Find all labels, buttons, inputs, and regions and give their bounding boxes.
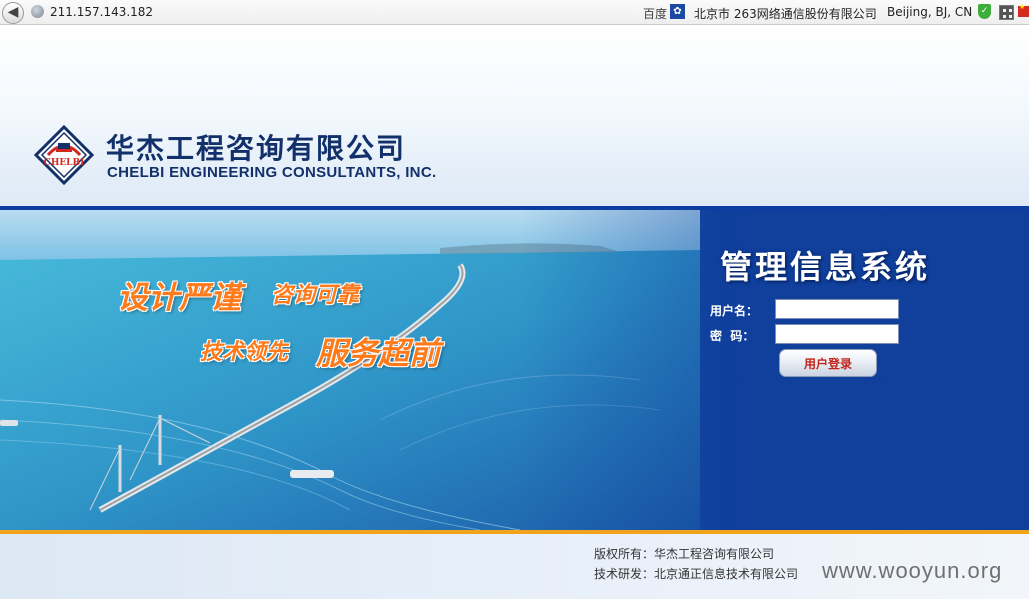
watermark-text: www.wooyun.org: [822, 558, 1003, 583]
slogan-consult: 咨询可靠: [271, 283, 360, 308]
geo-location: Beijing, BJ, CN: [887, 5, 973, 19]
globe-icon: [31, 5, 44, 18]
baidu-label: 百度: [643, 7, 668, 21]
developer-text: 技术研发：北京通正信息技术有限公司: [594, 567, 799, 581]
back-arrow-icon[interactable]: ◀: [2, 2, 24, 24]
company-name-en: CHELBI ENGINEERING CONSULTANTS, INC.: [107, 164, 437, 181]
password-label: 密 码：: [710, 329, 755, 343]
baidu-paw-icon[interactable]: ✿: [670, 4, 685, 19]
company-name-cn: 华杰工程咨询有限公司: [106, 132, 407, 165]
qr-code-icon[interactable]: [999, 5, 1014, 20]
logo-text: CHELBI: [44, 158, 85, 168]
company-logo-icon: CHELBI: [34, 125, 94, 185]
shield-icon[interactable]: ✓: [978, 4, 991, 19]
username-label: 用户名：: [710, 304, 759, 318]
url-text[interactable]: 211.157.143.182: [50, 5, 153, 19]
username-input[interactable]: [775, 299, 899, 319]
login-button[interactable]: 用户登录: [779, 349, 877, 377]
slogan-service: 服务超前: [316, 336, 440, 372]
slogan-design: 设计严谨: [117, 280, 241, 316]
slogan-tech: 技术领先: [200, 340, 289, 365]
isp-info: 北京市 263网络通信股份有限公司: [694, 7, 877, 21]
password-input[interactable]: [775, 324, 899, 344]
browser-address-bar: ◀ 211.157.143.182 百度 ✿ 北京市 263网络通信股份有限公司…: [0, 0, 1029, 25]
page-header: CHELBI 华杰工程咨询有限公司 CHELBI ENGINEERING CON…: [0, 25, 1029, 206]
copyright-text: 版权所有：华杰工程咨询有限公司: [594, 547, 775, 561]
system-title: 管理信息系统: [720, 248, 931, 286]
china-flag-icon: [1018, 3, 1029, 17]
hero-banner: 设计严谨 咨询可靠 技术领先 服务超前 管理信息系统 用户名： 密 码： 用户登…: [0, 210, 1029, 530]
page-footer: 版权所有：华杰工程咨询有限公司 技术研发：北京通正信息技术有限公司 www.wo…: [0, 534, 1029, 599]
